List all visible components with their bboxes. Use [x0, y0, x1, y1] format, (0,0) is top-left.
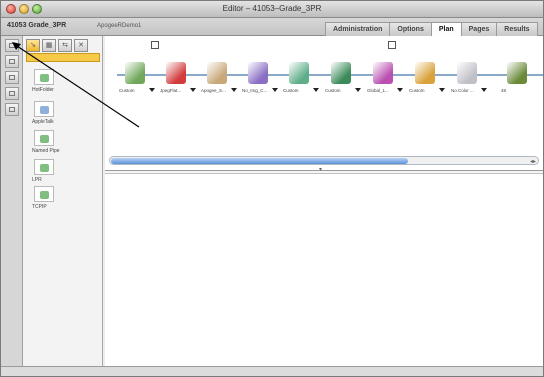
custom-process-icon	[415, 62, 435, 84]
custom-process-icon	[289, 62, 309, 84]
workflow-node[interactable]: Apogee_S...	[201, 54, 237, 96]
node-menu-chevron-down-icon[interactable]	[272, 88, 278, 92]
resource-glyph	[40, 191, 49, 199]
custom-process-icon	[331, 62, 351, 84]
input-tool-button[interactable]	[5, 55, 19, 68]
node-menu-chevron-down-icon[interactable]	[397, 88, 403, 92]
node-menu-chevron-down-icon[interactable]	[313, 88, 319, 92]
workflow-horizontal-scrollbar[interactable]: ◂▸	[109, 156, 539, 165]
appletalk-icon	[34, 101, 54, 117]
palette-icon	[9, 43, 15, 48]
input-flag-icon	[151, 41, 159, 49]
node-menu-chevron-down-icon[interactable]	[190, 88, 196, 92]
resource-glyph	[40, 106, 49, 114]
node-menu-chevron-down-icon[interactable]	[231, 88, 237, 92]
process-icon	[9, 75, 15, 80]
resource-toolbar: ➘ ▦ ⇆ ✕	[26, 39, 100, 52]
tcpip-icon	[34, 186, 54, 202]
workflow-node[interactable]: Custom	[409, 54, 445, 96]
node-menu-chevron-down-icon[interactable]	[149, 88, 155, 92]
resource-glyph	[40, 135, 49, 143]
scrollbar-thumb[interactable]	[111, 158, 408, 164]
tab-plan[interactable]: Plan	[430, 22, 462, 37]
window-title: Editor – 41053–Grade_3PR	[222, 4, 322, 13]
link-tool-icon[interactable]: ⇆	[58, 39, 72, 52]
resource-label: HotFolder	[32, 87, 54, 93]
tab-results[interactable]: Results	[496, 22, 538, 36]
delete-tool-icon[interactable]: ✕	[74, 39, 88, 52]
process-tool-button[interactable]	[5, 71, 19, 84]
global-process-icon	[373, 62, 393, 84]
output-process-icon	[507, 62, 527, 84]
node-label: 48	[501, 88, 507, 93]
color-process-icon	[457, 62, 477, 84]
lpr-icon	[34, 159, 54, 175]
resource-label: AppleTalk	[32, 119, 54, 125]
tab-administration[interactable]: Administration	[325, 22, 391, 36]
job-subtitle: ApogeeRDemo1	[97, 23, 142, 29]
status-bar	[1, 366, 543, 376]
resource-item[interactable]: TCPIP	[32, 186, 72, 216]
image-process-icon	[248, 62, 268, 84]
custom-process-icon	[125, 62, 145, 84]
tab-options[interactable]: Options	[389, 22, 432, 36]
node-menu-chevron-down-icon[interactable]	[481, 88, 487, 92]
selected-resource-row[interactable]	[26, 53, 100, 62]
resource-item[interactable]: LPR	[32, 159, 72, 189]
output-tool-button[interactable]	[5, 87, 19, 100]
resource-glyph	[40, 164, 49, 172]
workflow-node[interactable]: Custom	[325, 54, 361, 96]
resource-label: TCPIP	[32, 204, 47, 210]
resource-item[interactable]: AppleTalk	[32, 101, 72, 131]
extra-icon	[9, 107, 15, 112]
split-flag-icon	[388, 41, 396, 49]
scroll-arrows-icon[interactable]: ◂▸	[530, 158, 536, 165]
resource-palette-button[interactable]	[5, 39, 19, 52]
tab-pages[interactable]: Pages	[460, 22, 498, 36]
resource-glyph	[40, 74, 49, 82]
named-pipe-icon	[34, 130, 54, 146]
output-icon	[9, 91, 15, 96]
apogee-process-icon	[207, 62, 227, 84]
title-bar: Editor – 41053–Grade_3PR	[1, 1, 543, 18]
resource-label: LPR	[32, 177, 42, 183]
workflow-node[interactable]: JpegFlat...	[160, 54, 196, 96]
workflow-node[interactable]: No Color ...	[451, 54, 487, 96]
resource-label: Named Pipe	[32, 148, 60, 154]
workflow-node[interactable]: 48	[501, 54, 533, 96]
jpeg-process-icon	[166, 62, 186, 84]
tab-bar: Administration Options Plan Pages Result…	[325, 22, 538, 37]
workflow-node[interactable]: Custom	[119, 54, 155, 96]
job-header: 41053 Grade_3PR ApogeeRDemo1 Administrat…	[1, 18, 543, 37]
workflow-canvas[interactable]: Custom JpegFlat... Apogee_S... No_Img_C.…	[105, 36, 543, 171]
node-menu-chevron-down-icon[interactable]	[439, 88, 445, 92]
resource-item[interactable]: HotFolder	[32, 69, 72, 99]
node-menu-chevron-down-icon[interactable]	[355, 88, 361, 92]
tool-rail	[1, 36, 23, 366]
workflow-node[interactable]: Custom	[283, 54, 319, 96]
editor-window: Editor – 41053–Grade_3PR 41053 Grade_3PR…	[0, 0, 544, 377]
resource-item[interactable]: Named Pipe	[32, 130, 72, 160]
workflow-node[interactable]: No_Img_C...	[242, 54, 278, 96]
extra-tool-button[interactable]	[5, 103, 19, 116]
input-icon	[9, 59, 15, 64]
splitter-handle-icon[interactable]: ▾	[319, 166, 322, 173]
resource-panel: ➘ ▦ ⇆ ✕ HotFolder AppleTalk Named Pipe L…	[23, 36, 103, 366]
pointer-tool-icon[interactable]: ➘	[26, 39, 40, 52]
job-name: 41053 Grade_3PR	[7, 22, 67, 29]
details-panel	[105, 173, 543, 366]
grid-view-icon[interactable]: ▦	[42, 39, 56, 52]
hotfolder-icon	[34, 69, 54, 85]
workflow-node[interactable]: Global_1...	[367, 54, 403, 96]
